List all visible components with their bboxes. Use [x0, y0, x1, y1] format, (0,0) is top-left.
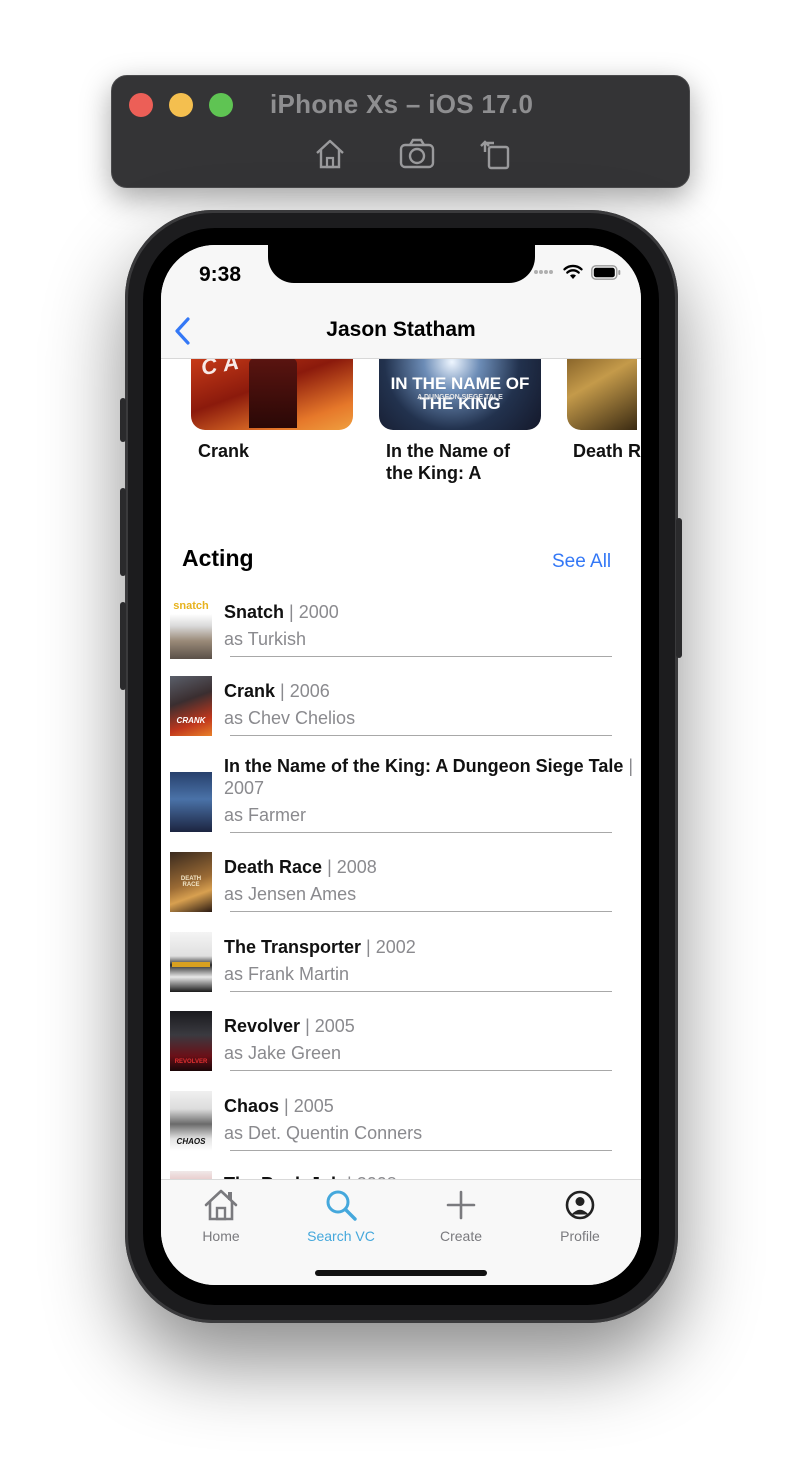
credit-role: as Turkish [224, 629, 307, 649]
credit-title: Revolver [224, 1016, 301, 1036]
movie-title: In the Name of the King: A Dungeon Siege… [386, 441, 517, 486]
row-separator [230, 911, 612, 912]
credit-role: as Chev Chelios [224, 708, 356, 728]
volume-down-button [120, 602, 126, 690]
movie-title: Crank [198, 441, 250, 461]
row-separator [230, 1150, 612, 1151]
movie-poster: IN THE NAME OF THE KING A DUNGEON SIEGE … [379, 358, 541, 430]
credit-row[interactable]: The Transporter | 2002 as Frank Martin [161, 932, 641, 996]
camera-icon [399, 138, 435, 169]
house-icon [204, 1189, 238, 1221]
poster-subtitle-text: A DUNGEON SIEGE TALE [417, 394, 503, 401]
credit-title: Snatch [224, 602, 285, 622]
credit-row[interactable]: In the Name of the King: A Dungeon Siege… [161, 755, 641, 835]
wifi-icon [563, 264, 583, 279]
tab-create[interactable]: Create [416, 1186, 506, 1244]
movie-title: Death Race [573, 441, 641, 461]
known-for-carousel[interactable]: C A Crank IN THE NAME OF THE KING A DUNG… [161, 358, 641, 493]
credit-title-line: Snatch | 2000 [224, 601, 636, 623]
phone-screen: 9:38 Jason Statham C A Crank IN THE NAME… [161, 245, 641, 1285]
movie-poster [567, 358, 637, 430]
credit-title: The Transporter [224, 937, 362, 957]
row-separator [230, 656, 612, 657]
credit-title: Crank [224, 681, 276, 701]
row-separator [230, 832, 612, 833]
credit-year: | 2002 [366, 937, 416, 957]
tab-label: Profile [560, 1228, 600, 1244]
credit-title: Chaos [224, 1096, 280, 1116]
see-all-button[interactable]: See All [552, 551, 611, 573]
movie-thumbnail: REVOLVER [170, 1011, 212, 1071]
credit-title: Death Race [224, 857, 323, 877]
credit-title-line: In the Name of the King: A Dungeon Siege… [224, 755, 636, 799]
simulator-toolbar: iPhone Xs – iOS 17.0 [111, 75, 690, 188]
volume-up-button [120, 488, 126, 576]
credit-role: as Jake Green [224, 1043, 342, 1063]
credit-year: | 2005 [305, 1016, 355, 1036]
credit-year: | 2006 [280, 681, 330, 701]
zoom-window-button[interactable] [209, 93, 233, 117]
tab-profile[interactable]: Profile [535, 1186, 625, 1244]
credit-title-line: Revolver | 2005 [224, 1015, 636, 1037]
credit-year: | 2008 [327, 857, 377, 877]
row-separator [230, 991, 612, 992]
credit-row[interactable]: CHAOS Chaos | 2005 as Det. Quentin Conne… [161, 1091, 641, 1155]
credit-year: | 2005 [284, 1096, 334, 1116]
credit-row[interactable]: DEATH RACE Death Race | 2008 as Jensen A… [161, 852, 641, 916]
credit-title-line: Crank | 2006 [224, 680, 636, 702]
credit-title: In the Name of the King: A Dungeon Siege… [224, 756, 624, 776]
simulator-rotate-button[interactable] [476, 134, 516, 174]
movie-thumbnail: snatch [170, 599, 212, 659]
plus-icon [446, 1190, 476, 1220]
home-indicator [315, 1270, 487, 1276]
simulator-home-button[interactable] [310, 134, 350, 174]
credit-row[interactable]: snatch Snatch | 2000 as Turkish [161, 597, 641, 661]
simulator-title: iPhone Xs – iOS 17.0 [270, 89, 534, 119]
credit-role: as Jensen Ames [224, 884, 357, 904]
credit-row[interactable]: CRANK Crank | 2006 as Chev Chelios [161, 676, 641, 740]
page-title: Jason Statham [326, 318, 476, 341]
close-window-button[interactable] [129, 93, 153, 117]
credit-title-line: The Transporter | 2002 [224, 936, 636, 958]
credit-title-line: Death Race | 2008 [224, 856, 636, 878]
power-button [676, 518, 682, 658]
credit-role: as Farmer [224, 805, 307, 825]
status-time: 9:38 [199, 263, 242, 286]
movie-thumbnail: CHAOS [170, 1091, 212, 1151]
tab-home[interactable]: Home [176, 1186, 266, 1244]
magnifier-icon [326, 1190, 357, 1221]
credit-title-line: Chaos | 2005 [224, 1095, 636, 1117]
credit-row[interactable]: REVOLVER Revolver | 2005 as Jake Green [161, 1011, 641, 1075]
movie-thumbnail [170, 932, 212, 992]
movie-thumbnail: CRANK [170, 676, 212, 736]
tab-label: Home [202, 1228, 240, 1244]
mute-switch [120, 398, 126, 442]
status-icons [533, 264, 621, 280]
movie-thumbnail: DEATH RACE [170, 852, 212, 912]
signal-dots-icon [534, 270, 553, 274]
tab-search-vc[interactable]: Search VC [296, 1186, 386, 1244]
credit-role: as Frank Martin [224, 964, 350, 984]
rotate-icon [480, 140, 510, 170]
tab-label: Search VC [307, 1228, 375, 1244]
minimize-window-button[interactable] [169, 93, 193, 117]
row-separator [230, 1070, 612, 1071]
tab-label: Create [439, 1228, 483, 1244]
credit-role: as Det. Quentin Conners [224, 1123, 423, 1143]
notch [268, 245, 535, 283]
simulator-screenshot-button[interactable] [397, 134, 437, 174]
row-separator [230, 735, 612, 736]
credit-year: | 2000 [289, 602, 339, 622]
battery-icon [591, 264, 621, 280]
acting-section-header: Acting [182, 545, 254, 571]
home-icon [316, 139, 344, 169]
person-circle-icon [565, 1190, 595, 1220]
movie-poster: C A [191, 358, 353, 430]
movie-thumbnail [170, 772, 212, 832]
